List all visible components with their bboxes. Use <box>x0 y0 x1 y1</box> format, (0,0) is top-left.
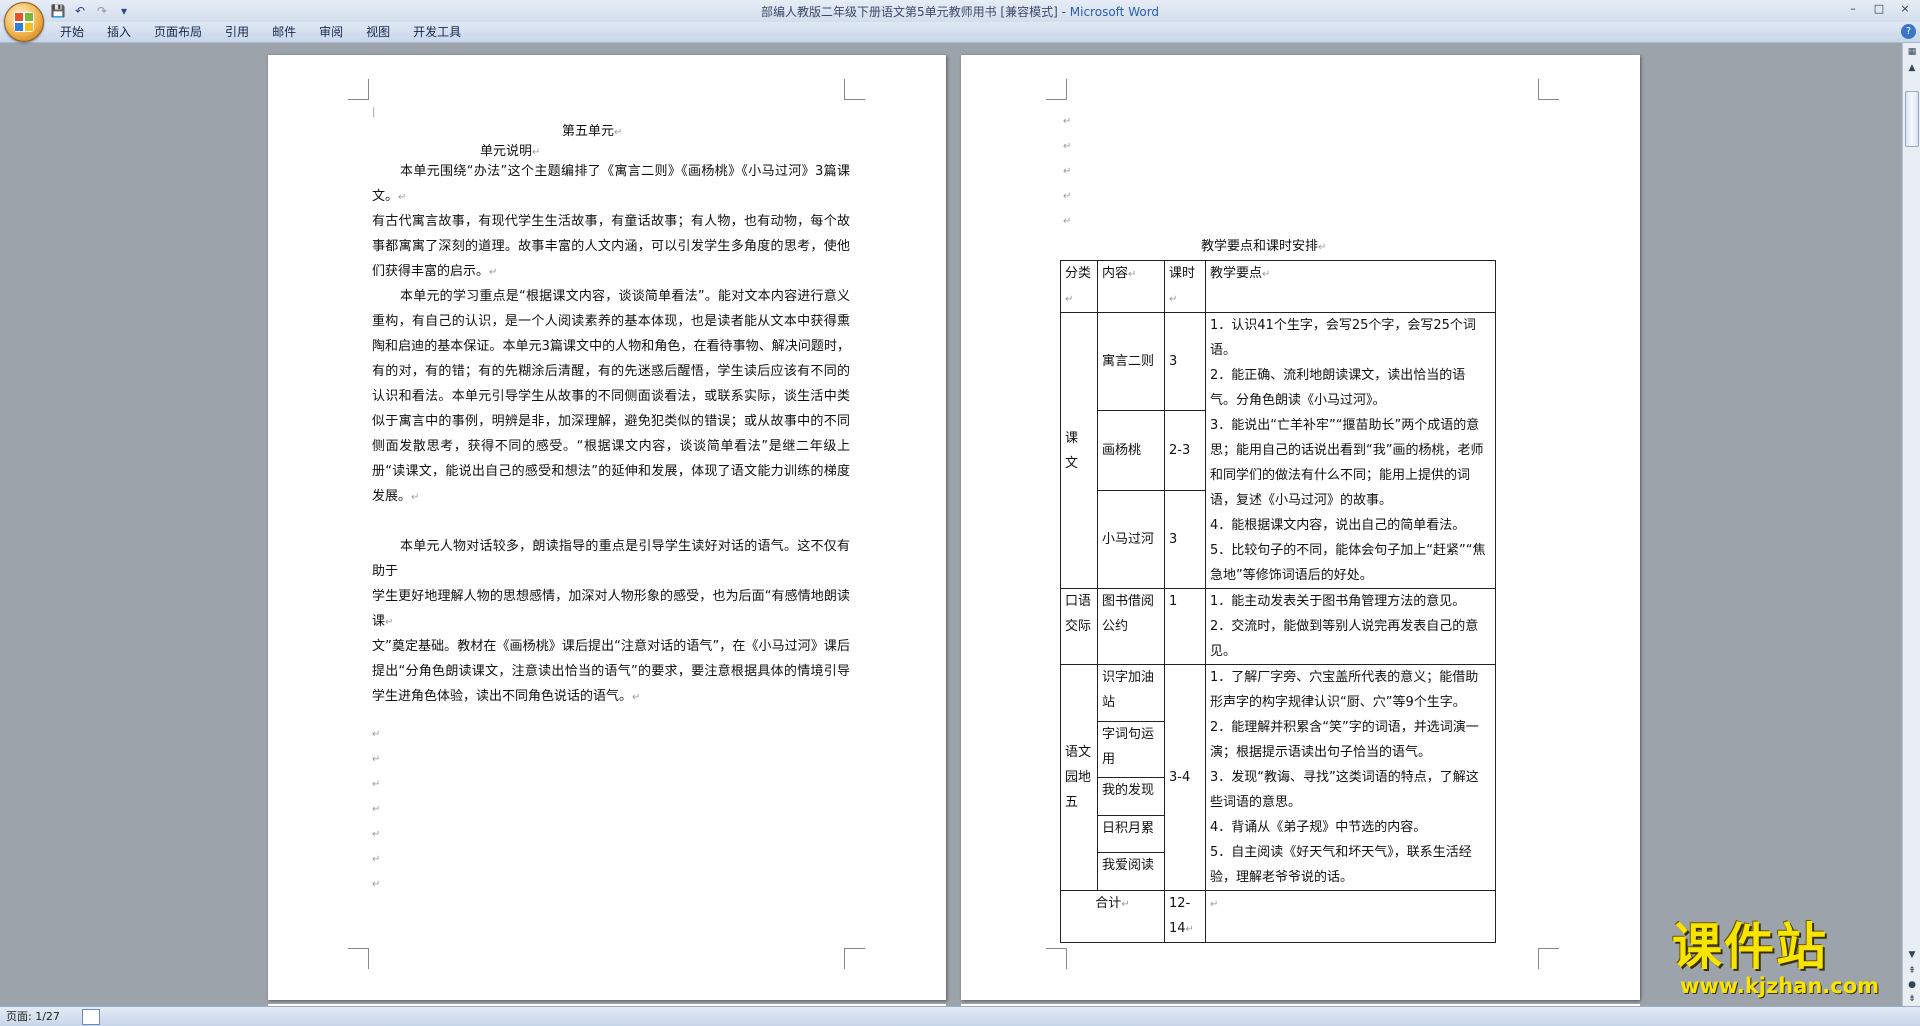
office-logo-icon <box>14 12 34 32</box>
content-cell: 寓言二则 <box>1097 311 1165 412</box>
maximize-icon[interactable]: □ <box>1868 1 1890 17</box>
paragraph-2: 有古代寓言故事，有现代学生生活故事，有童话故事；有人物，也有动物，每个故事都寓寓… <box>372 214 850 279</box>
help-icon[interactable]: ? <box>1901 24 1916 39</box>
table-total-row: 合计↵ 12-14↵ ↵ <box>1060 890 1496 943</box>
ribbon-tabs: 开始 插入 页面布局 引用 邮件 审阅 视图 开发工具 <box>52 22 476 42</box>
empty-paragraphs: ↵ ↵ ↵ ↵ ↵ <box>1063 116 1072 227</box>
vertical-scrollbar[interactable]: ▦ ▲ ▼ ⇞ ● ⇟ <box>1902 43 1920 1006</box>
content-cell: 画杨桃 <box>1097 410 1165 491</box>
proofing-icon[interactable] <box>82 1009 100 1025</box>
tab-page-layout[interactable]: 页面布局 <box>146 22 217 42</box>
ribbon: 开始 插入 页面布局 引用 邮件 审阅 视图 开发工具 ? <box>0 22 1920 43</box>
paragraph-6: 文”奠定基础。教材在《画杨桃》课后提出“注意对话的语气”，在《小马过河》课后提出… <box>372 639 850 704</box>
tab-references[interactable]: 引用 <box>217 22 264 42</box>
document-page-left[interactable]: | 第五单元↵ 单元说明↵ 本单元围绕“办法”这个主题编排了《寓言二则》《画杨桃… <box>268 55 946 1000</box>
close-icon[interactable]: × <box>1894 1 1916 17</box>
paragraph-4: 本单元人物对话较多，朗读指导的重点是引导学生读好对话的语气。这不仅有助于 <box>372 539 850 579</box>
content-cell: 字词句运用 <box>1097 720 1165 778</box>
crop-mark <box>1538 79 1559 100</box>
category-cell: 语文园地五 <box>1060 664 1098 891</box>
window-controls: – □ × <box>1842 1 1916 17</box>
crop-mark <box>844 948 865 969</box>
category-cell: 口语交际 <box>1060 588 1098 665</box>
document-workspace: | 第五单元↵ 单元说明↵ 本单元围绕“办法”这个主题编排了《寓言二则》《画杨桃… <box>0 43 1902 1006</box>
crop-mark <box>348 948 369 969</box>
tab-insert[interactable]: 插入 <box>99 22 146 42</box>
tab-mailings[interactable]: 邮件 <box>264 22 311 42</box>
tab-view[interactable]: 视图 <box>358 22 405 42</box>
watermark-logo: 课件站 www.kjzhan.com <box>1672 918 1904 1000</box>
total-hours-cell: 12-14↵ <box>1164 890 1206 943</box>
table-row: 语文园地五 识字加油站 3-4 1．了解厂字旁、穴宝盖所代表的意义；能借助形声字… <box>1060 664 1496 891</box>
tab-home[interactable]: 开始 <box>52 22 99 42</box>
previous-page-icon[interactable]: ⇞ <box>1905 964 1919 978</box>
tab-review[interactable]: 审阅 <box>311 22 358 42</box>
hours-cell: 3 <box>1164 311 1206 412</box>
hours-cell: 3-4 <box>1164 664 1206 891</box>
hours-cell: 2-3 <box>1164 410 1206 491</box>
ruler-toggle-icon[interactable]: ▦ <box>1905 45 1919 59</box>
table-header-row: 分类↵ 内容↵ 课时↵ 教学要点↵ <box>1060 260 1496 313</box>
watermark-url: www.kjzhan.com <box>1680 974 1880 998</box>
document-page-right[interactable]: ↵ ↵ ↵ ↵ ↵ 教学要点和课时安排↵ 分类↵ 内容↵ 课时↵ 教学要点↵ 课文 寓言… <box>961 55 1640 1000</box>
minimize-icon[interactable]: – <box>1842 1 1864 17</box>
page-indicator[interactable]: 页面: 1/27 <box>6 1008 60 1025</box>
crop-mark <box>1046 79 1067 100</box>
crop-mark <box>1538 948 1559 969</box>
document-name: 部编人教版二年级下册语文第5单元教师用书 [兼容模式] <box>760 5 1058 19</box>
total-label-cell: 合计↵ <box>1060 890 1165 943</box>
watermark-title: 课件站 <box>1672 918 1828 976</box>
header-content: 内容↵ <box>1097 260 1165 313</box>
header-points: 教学要点↵ <box>1205 260 1496 313</box>
paragraph-3: 本单元的学习重点是“根据课文内容，谈谈简单看法”。能对文本内容进行意义重构，有自… <box>372 289 850 504</box>
tab-developer[interactable]: 开发工具 <box>405 22 476 42</box>
table-title: 教学要点和课时安排↵ <box>1201 239 1327 254</box>
content-cell: 图书借阅公约 <box>1097 588 1165 665</box>
text-cursor: | <box>372 107 376 118</box>
points-cell: 1．能主动发表关于图书角管理方法的意见。 2．交流时，能做到等别人说完再发表自己… <box>1205 588 1496 665</box>
content-cell: 小马过河 <box>1097 489 1165 590</box>
content-cell: 我的发现 <box>1097 777 1165 816</box>
scroll-up-icon[interactable]: ▲ <box>1905 61 1919 75</box>
next-page-icon[interactable]: ⇟ <box>1905 992 1919 1006</box>
office-button[interactable] <box>4 2 44 42</box>
content-cell: 识字加油站 <box>1097 664 1165 722</box>
status-bar: 页面: 1/27 <box>0 1006 1920 1026</box>
hours-cell: 1 <box>1164 588 1206 665</box>
app-name: Microsoft Word <box>1069 5 1160 19</box>
scroll-down-icon[interactable]: ▼ <box>1905 948 1919 962</box>
paragraph-5: 学生更好地理解人物的思想感情，加深对人物形象的感受，也为后面“有感情地朗读课↵ <box>372 589 850 629</box>
table-row: 口语交际 图书借阅公约 1 1．能主动发表关于图书角管理方法的意见。 2．交流时… <box>1060 588 1496 665</box>
window-title: 部编人教版二年级下册语文第5单元教师用书 [兼容模式] - Microsoft … <box>760 5 1160 19</box>
paragraph-1: 本单元围绕“办法”这个主题编排了《寓言二则》《画杨桃》《小马过河》3篇课文。↵ <box>372 164 850 204</box>
title-bar: 💾 ↶ ↷ ▾ 部编人教版二年级下册语文第5单元教师用书 [兼容模式] - Mi… <box>0 0 1920 42</box>
crop-mark <box>844 79 865 100</box>
points-cell: 1．了解厂字旁、穴宝盖所代表的意义；能借助形声字的构字规律认识“厨、穴”等9个生… <box>1205 664 1496 891</box>
content-cell: 日积月累 <box>1097 814 1165 854</box>
scroll-thumb[interactable] <box>1905 91 1919 147</box>
crop-mark <box>348 79 369 100</box>
table-row: 课文 寓言二则 3 1．认识41个生字，会写25个字，会写25个词语。 2．能正… <box>1060 311 1496 589</box>
empty-paragraphs: ↵ ↵ ↵ ↵ ↵ ↵ ↵ <box>372 729 381 890</box>
content-cell: 我爱阅读 <box>1097 852 1165 891</box>
header-hours: 课时↵ <box>1164 260 1206 313</box>
schedule-table: 分类↵ 内容↵ 课时↵ 教学要点↵ 课文 寓言二则 3 1．认识41个生字，会写… <box>1060 260 1496 943</box>
browse-object-icon[interactable]: ● <box>1905 978 1919 992</box>
header-category: 分类↵ <box>1060 260 1098 313</box>
category-cell: 课文 <box>1060 312 1098 589</box>
points-cell: 1．认识41个生字，会写25个字，会写25个词语。 2．能正确、流利地朗读课文，… <box>1205 312 1496 589</box>
crop-mark <box>1046 948 1067 969</box>
hours-cell: 3 <box>1164 489 1206 590</box>
total-empty-cell: ↵ <box>1205 890 1496 943</box>
